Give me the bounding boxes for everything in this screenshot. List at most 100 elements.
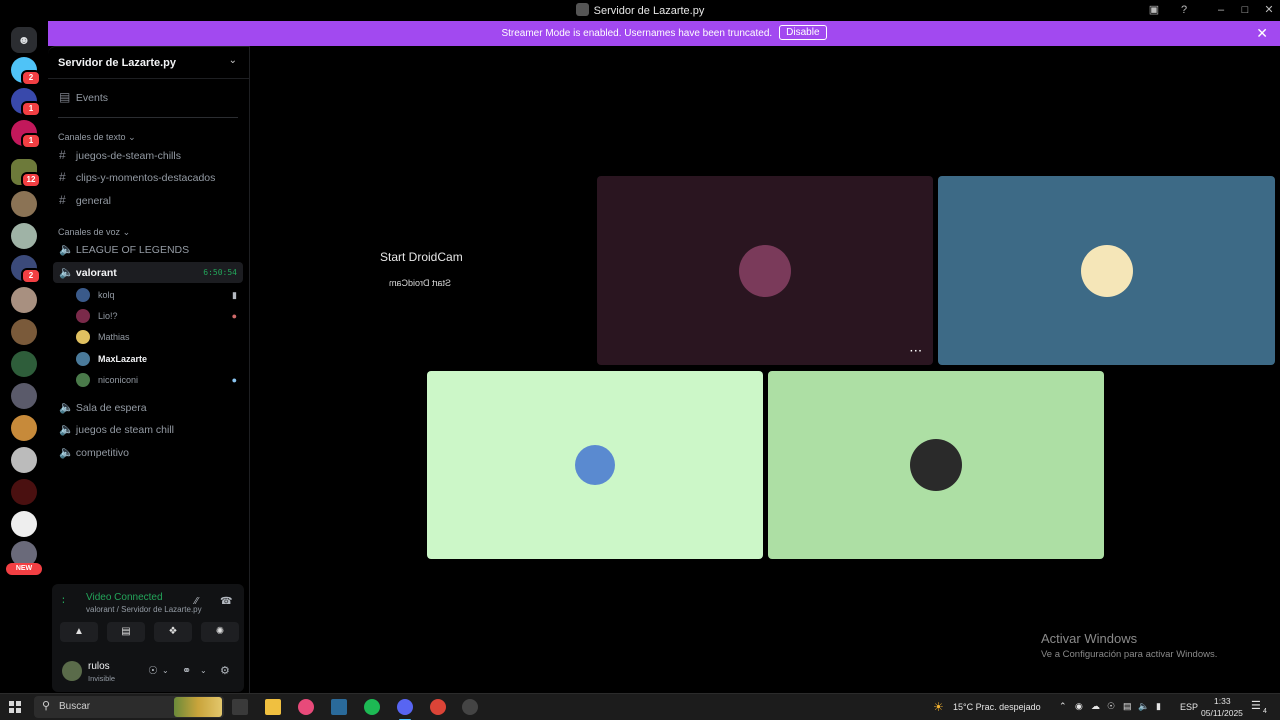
avatar xyxy=(575,445,615,485)
server-icon[interactable] xyxy=(11,319,37,345)
speaker-icon: 🔈 xyxy=(59,242,74,256)
headphones-icon[interactable]: ⚭ xyxy=(182,664,191,677)
discord-icon[interactable] xyxy=(397,699,413,715)
server-icon[interactable]: 1 xyxy=(11,88,41,117)
disconnect-icon[interactable]: ☎ xyxy=(220,596,232,607)
voice-channel-juegos-de-steam-chill[interactable]: 🔈 juegos de steam chill xyxy=(53,419,243,440)
server-header[interactable]: Servidor de Lazarte.py ⌄ xyxy=(48,47,249,79)
voice-channel-lol[interactable]: 🔈 LEAGUE OF LEGENDS xyxy=(53,239,243,260)
windows-start-icon[interactable] xyxy=(9,701,21,713)
tray-icon[interactable]: ☁ xyxy=(1091,701,1100,712)
channel-clips[interactable]: # clips-y-momentos-destacados xyxy=(53,167,243,188)
weather-text[interactable]: 15°C Prac. despejado xyxy=(953,702,1041,712)
chevron-down-icon[interactable]: ⌄ xyxy=(200,666,207,675)
network-icon[interactable]: ▤ xyxy=(1123,701,1132,712)
video-tile[interactable] xyxy=(768,371,1104,559)
noise-suppression-icon[interactable]: ⁄⁄ xyxy=(195,596,198,607)
voice-user[interactable]: kolq ▮ xyxy=(76,285,243,305)
speaker-icon: 🔈 xyxy=(59,422,74,436)
channel-juegos-de-steam-chills[interactable]: # juegos-de-steam-chills xyxy=(53,145,243,166)
avatar[interactable] xyxy=(62,661,82,681)
voice-user[interactable]: Mathias xyxy=(76,327,243,347)
voice-status[interactable]: Video Connected xyxy=(86,592,163,603)
category-voice-channels[interactable]: Canales de voz ⌄ xyxy=(58,227,130,238)
voice-user[interactable]: niconiconi ● xyxy=(76,370,243,390)
screen-share-button[interactable]: ▤ xyxy=(107,622,145,642)
server-icon[interactable] xyxy=(11,511,37,537)
voice-connection-panel: ∶ Video Connected valorant / Servidor de… xyxy=(52,584,244,692)
disable-streamer-mode-button[interactable]: Disable xyxy=(779,25,827,40)
server-icon[interactable] xyxy=(11,191,37,217)
gear-icon[interactable]: ⚙ xyxy=(220,664,230,677)
microphone-icon[interactable]: ☉ xyxy=(148,664,158,677)
events-item[interactable]: ▤ Events xyxy=(53,87,243,108)
server-icon[interactable] xyxy=(11,415,37,441)
maximize-button[interactable]: □ xyxy=(1237,3,1253,17)
username[interactable]: rulos xyxy=(88,661,110,672)
voice-user[interactable]: Lio!? ● xyxy=(76,306,243,326)
more-options-icon[interactable]: ··· xyxy=(910,346,923,357)
server-icon[interactable] xyxy=(11,351,37,377)
voice-channel-sala-de-espera[interactable]: 🔈 Sala de espera xyxy=(53,397,243,418)
clock-date[interactable]: 05/11/2025 xyxy=(1201,708,1243,718)
search-highlight-image xyxy=(174,697,222,717)
server-icon[interactable]: 1 xyxy=(11,120,41,149)
microphone-icon[interactable]: ☉ xyxy=(1107,701,1115,712)
tray-icon[interactable]: ◉ xyxy=(1075,701,1083,712)
server-icon[interactable] xyxy=(11,383,37,409)
notifications-icon[interactable]: ☰ xyxy=(1251,699,1261,712)
speaker-icon: 🔈 xyxy=(59,265,74,279)
video-tile[interactable] xyxy=(427,371,763,559)
server-icon[interactable]: 2 xyxy=(11,255,41,284)
clock-time[interactable]: 1:33 xyxy=(1214,696,1231,706)
window-title: Servidor de Lazarte.py xyxy=(0,3,1280,17)
video-stage: Start DroidCam Start DroidCam ··· xyxy=(250,46,1280,693)
server-rail: ☻ 2 1 1 12 2 NEW xyxy=(0,21,48,693)
weather-icon[interactable]: ☀ xyxy=(933,700,944,714)
battery-icon[interactable]: ▮ xyxy=(1156,701,1161,712)
server-icon[interactable] xyxy=(11,223,37,249)
close-button[interactable]: ✕ xyxy=(1261,3,1277,17)
avatar xyxy=(76,373,90,387)
help-icon[interactable]: ? xyxy=(1176,3,1192,17)
volume-icon[interactable]: 🔈 xyxy=(1138,701,1149,712)
spotify-icon[interactable] xyxy=(364,699,380,715)
voice-user[interactable]: MaxLazarte xyxy=(76,349,243,369)
voice-channel-valorant[interactable]: 🔈 valorant 6:50:54 xyxy=(53,262,243,283)
app-icon[interactable] xyxy=(331,699,347,715)
app-icon[interactable] xyxy=(298,699,314,715)
inbox-icon[interactable]: ▣ xyxy=(1146,3,1162,17)
taskbar-search[interactable]: ⚲ Buscar xyxy=(34,696,224,718)
voice-location[interactable]: valorant / Servidor de Lazarte.py xyxy=(86,605,202,614)
streamer-mode-banner: Streamer Mode is enabled. Usernames have… xyxy=(48,21,1280,46)
discord-home-icon[interactable]: ☻ xyxy=(11,27,37,53)
hashtag-icon: # xyxy=(59,170,66,184)
camera-off-button[interactable]: ▲ xyxy=(60,622,98,642)
server-icon[interactable]: 2 xyxy=(11,57,41,86)
voice-channel-competitivo[interactable]: 🔈 competitivo xyxy=(53,442,243,463)
video-tile[interactable]: ··· xyxy=(597,176,933,365)
chrome-icon[interactable] xyxy=(430,699,446,715)
signal-icon[interactable]: ∶ xyxy=(62,594,65,607)
video-tile[interactable] xyxy=(938,176,1275,365)
task-view-icon[interactable] xyxy=(232,699,248,715)
chevron-down-icon[interactable]: ⌄ xyxy=(162,666,169,675)
category-text-channels[interactable]: Canales de texto ⌄ xyxy=(58,132,136,143)
channel-sidebar: Servidor de Lazarte.py ⌄ ▤ Events Canale… xyxy=(48,46,250,693)
server-folder[interactable]: 12 xyxy=(11,159,41,188)
server-icon[interactable] xyxy=(11,479,37,505)
server-icon[interactable] xyxy=(11,287,37,313)
server-icon[interactable] xyxy=(11,447,37,473)
server-icon xyxy=(575,3,589,16)
close-banner-icon[interactable]: ✕ xyxy=(1256,21,1268,46)
activities-button[interactable]: ❖ xyxy=(154,622,192,642)
channel-general[interactable]: # general xyxy=(53,190,243,211)
avatar xyxy=(76,288,90,302)
file-explorer-icon[interactable] xyxy=(265,699,281,715)
chevron-down-icon: ⌄ xyxy=(228,55,237,66)
language-indicator[interactable]: ESP xyxy=(1180,702,1198,712)
minimize-button[interactable]: – xyxy=(1213,3,1229,17)
soundboard-button[interactable]: ✺ xyxy=(201,622,239,642)
tray-overflow-icon[interactable]: ⌃ xyxy=(1059,701,1067,712)
app-icon[interactable] xyxy=(462,699,478,715)
